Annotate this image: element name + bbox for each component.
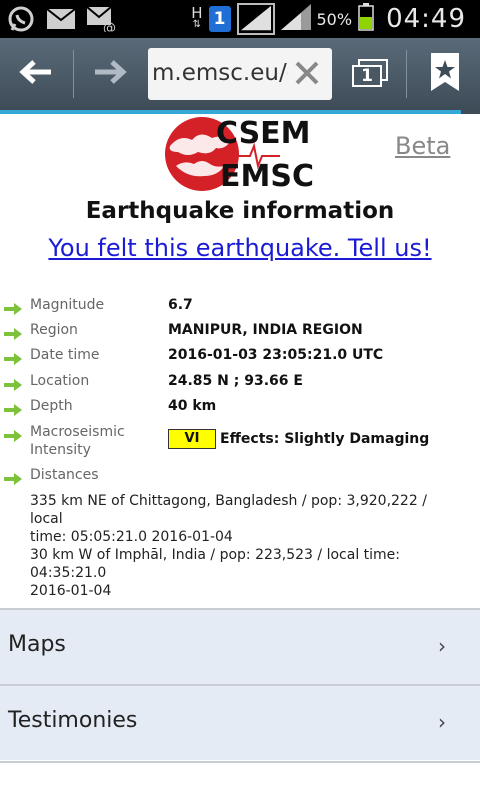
magnitude-label: Magnitude [30,297,105,313]
green-arrow-icon [4,401,22,416]
depth-label: Depth [30,398,73,414]
notification-badge-count: 1 [213,9,226,29]
distance-entry: 335 km NE of Chittagong, Bangladesh / po… [30,492,460,546]
location-value: 24.85 N ; 93.66 E [168,373,303,389]
notification-badge-icon: 1 [208,6,231,32]
intensity-label: Macroseismic Intensity [30,423,170,459]
distance-entry: 30 km W of Imphāl, India / pop: 223,523 … [30,546,460,600]
logo-text-top: CSEM [216,116,311,151]
menu-item-testimonies[interactable]: Testimonies › [0,684,480,760]
email-icon [46,4,76,34]
toolbar-divider-2 [406,50,407,98]
tabs-button[interactable]: 1 [338,38,404,110]
page-load-progress [0,110,461,114]
divider [0,761,480,763]
intensity-badge: VI [168,429,216,449]
green-arrow-icon [4,470,22,485]
intensity-label-line1: Macroseismic [30,424,125,440]
page-title: Earthquake information [85,198,395,224]
clear-url-icon[interactable] [292,58,322,88]
green-arrow-icon [4,325,22,340]
intensity-value: VI Effects: Slightly Damaging [168,429,429,449]
back-arrow-icon [19,59,53,89]
chevron-right-icon: › [438,634,446,658]
location-label: Location [30,373,90,389]
browser-toolbar: m.emsc.eu/e 1 [0,38,480,110]
datetime-label: Date time [30,347,100,363]
intensity-effects: Effects: Slightly Damaging [220,431,430,447]
logo-text-bottom: EMSC [220,159,314,192]
depth-value: 40 km [168,398,217,414]
email-at-icon: @ [86,4,116,34]
green-arrow-icon [4,427,22,442]
tabs-count: 1 [361,66,373,86]
url-text[interactable]: m.emsc.eu/e [152,60,288,86]
bookmark-star-icon [430,52,460,96]
bookmark-button[interactable] [410,38,480,110]
region-label: Region [30,322,78,338]
magnitude-value: 6.7 [168,297,193,313]
distance-line: 30 km W of Imphāl, India / pop: 223,523 … [30,547,401,581]
beta-link[interactable]: Beta [395,132,450,160]
intensity-label-line2: Intensity [30,442,91,458]
tabs-icon: 1 [352,59,390,89]
signal-icon-2 [280,4,311,34]
clock: 04:49 [386,4,466,34]
distance-line: time: 05:05:21.0 2016-01-04 [30,529,233,545]
forward-arrow-icon [93,59,127,89]
distance-line: 335 km NE of Chittagong, Bangladesh / po… [30,493,427,527]
green-arrow-icon [4,376,22,391]
maps-label: Maps [8,632,66,657]
back-button[interactable] [0,38,72,110]
testimonies-label: Testimonies [8,708,138,733]
network-h-icon: H ⇅ [191,4,203,31]
distances-label: Distances [30,467,99,483]
distance-line: 2016-01-04 [30,583,112,599]
green-arrow-icon [4,350,22,365]
felt-earthquake-link[interactable]: You felt this earthquake. Tell us! [0,234,480,262]
chevron-right-icon: › [438,710,446,734]
svg-text:@: @ [103,21,116,32]
url-bar[interactable]: m.emsc.eu/e [148,48,332,100]
forward-button[interactable] [74,38,146,110]
network-type-label: H [191,4,203,22]
csem-emsc-logo[interactable]: CSEM EMSC [162,116,322,194]
status-bar: @ H ⇅ 1 50% 04:49 [0,0,480,38]
green-arrow-icon [4,300,22,315]
region-value: MANIPUR, INDIA REGION [168,322,363,338]
signal-icon [236,3,275,35]
page-load-progress-remaining [460,110,480,114]
menu-item-maps[interactable]: Maps › [0,608,480,684]
datetime-value: 2016-01-03 23:05:21.0 UTC [168,347,384,363]
whatsapp-icon [6,4,36,34]
battery-percent: 50% [316,9,353,29]
battery-icon [358,3,374,35]
